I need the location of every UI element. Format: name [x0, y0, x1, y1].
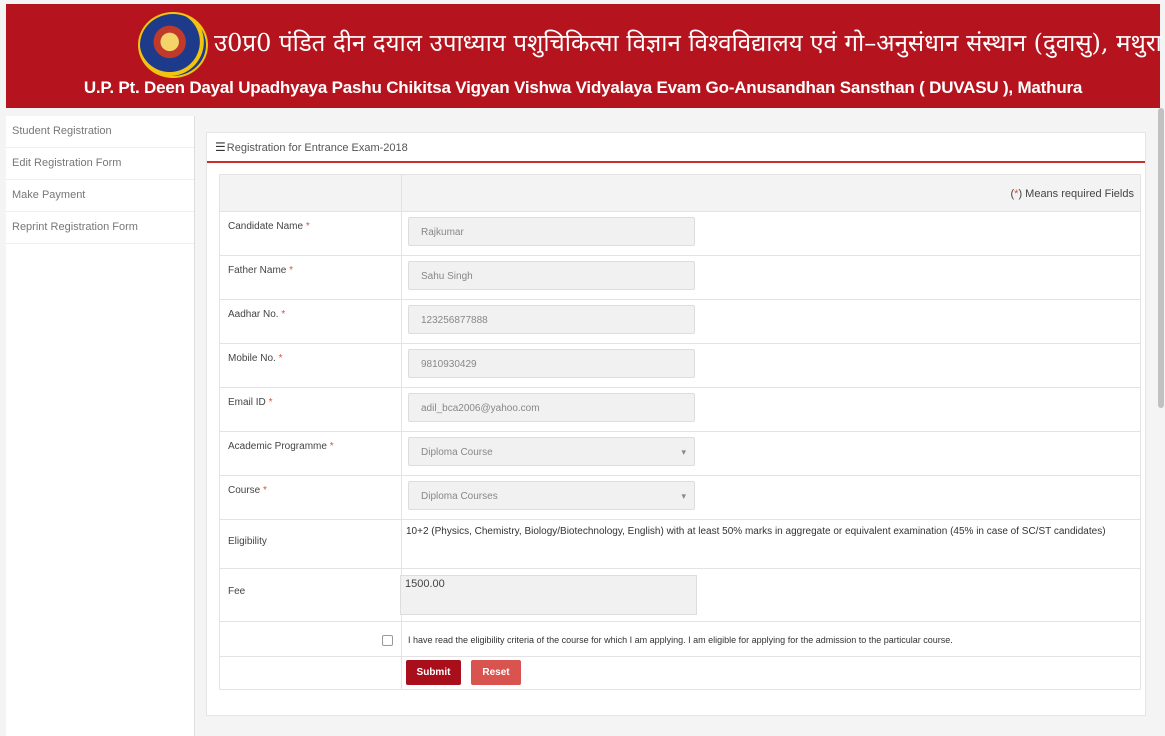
panel-title: Registration for Entrance Exam-2018 [226, 142, 408, 154]
aadhar-row: Aadhar No. * 123256877888 [219, 300, 1141, 344]
fee-row: Fee 1500.00 [219, 569, 1141, 622]
registration-panel: ☰Registration for Entrance Exam-2018 (*)… [206, 132, 1146, 716]
father-name-row: Father Name * Sahu Singh [219, 256, 1141, 300]
eligibility-row: Eligibility 10+2 (Physics, Chemistry, Bi… [219, 520, 1141, 569]
eligibility-text: 10+2 (Physics, Chemistry, Biology/Biotec… [406, 526, 1106, 537]
course-label: Course [228, 485, 261, 496]
email-input[interactable]: adil_bca2006@yahoo.com [408, 393, 695, 422]
declaration-text: I have read the eligibility criteria of … [408, 635, 953, 645]
reset-button[interactable]: Reset [471, 660, 521, 685]
candidate-name-label: Candidate Name [228, 221, 304, 232]
email-label: Email ID [228, 397, 266, 408]
course-row: Course * Diploma Courses ▾ [219, 476, 1141, 520]
sidebar-item-student-registration[interactable]: Student Registration [6, 116, 194, 148]
menu-icon: ☰ [215, 140, 226, 154]
site-header: उ0प्र0 पंडित दीन दयाल उपाध्याय पशुचिकित्… [6, 4, 1162, 108]
sidebar-item-make-payment[interactable]: Make Payment [6, 180, 194, 212]
fee-field[interactable]: 1500.00 [400, 575, 697, 615]
email-row: Email ID * adil_bca2006@yahoo.com [219, 388, 1141, 432]
university-logo [138, 12, 208, 78]
father-name-input[interactable]: Sahu Singh [408, 261, 695, 290]
actions-row: Submit Reset [219, 657, 1141, 690]
form-header-row: (*) Means required Fields [219, 174, 1141, 212]
candidate-name-row: Candidate Name * Rajkumar [219, 212, 1141, 256]
chevron-down-icon: ▾ [681, 447, 686, 457]
fee-label: Fee [228, 586, 246, 597]
father-name-label: Father Name [228, 265, 287, 276]
aadhar-label: Aadhar No. [228, 309, 279, 320]
submit-button[interactable]: Submit [406, 660, 461, 685]
required-fields-note: (*) Means required Fields [402, 175, 1141, 211]
eligibility-label: Eligibility [228, 536, 267, 547]
mobile-label: Mobile No. [228, 353, 276, 364]
sidebar: Student Registration Edit Registration F… [6, 116, 195, 736]
declaration-checkbox[interactable] [382, 635, 393, 646]
sidebar-item-reprint-form[interactable]: Reprint Registration Form [6, 212, 194, 244]
panel-header: ☰Registration for Entrance Exam-2018 [207, 133, 1145, 163]
mobile-input[interactable]: 9810930429 [408, 349, 695, 378]
chevron-down-icon: ▾ [681, 491, 686, 501]
sidebar-item-edit-registration[interactable]: Edit Registration Form [6, 148, 194, 180]
aadhar-input[interactable]: 123256877888 [408, 305, 695, 334]
registration-form: (*) Means required Fields Candidate Name… [219, 174, 1141, 690]
academic-programme-label: Academic Programme [228, 441, 327, 452]
declaration-row: I have read the eligibility criteria of … [219, 622, 1141, 657]
academic-programme-select[interactable]: Diploma Course ▾ [408, 437, 695, 466]
academic-programme-row: Academic Programme * Diploma Course ▾ [219, 432, 1141, 476]
course-select[interactable]: Diploma Courses ▾ [408, 481, 695, 510]
mobile-row: Mobile No. * 9810930429 [219, 344, 1141, 388]
hindi-title: उ0प्र0 पंडित दीन दयाल उपाध्याय पशुचिकित्… [214, 29, 1162, 57]
page-scrollbar[interactable] [1158, 108, 1164, 408]
english-title: U.P. Pt. Deen Dayal Upadhyaya Pashu Chik… [83, 78, 1083, 97]
candidate-name-input[interactable]: Rajkumar [408, 217, 695, 246]
